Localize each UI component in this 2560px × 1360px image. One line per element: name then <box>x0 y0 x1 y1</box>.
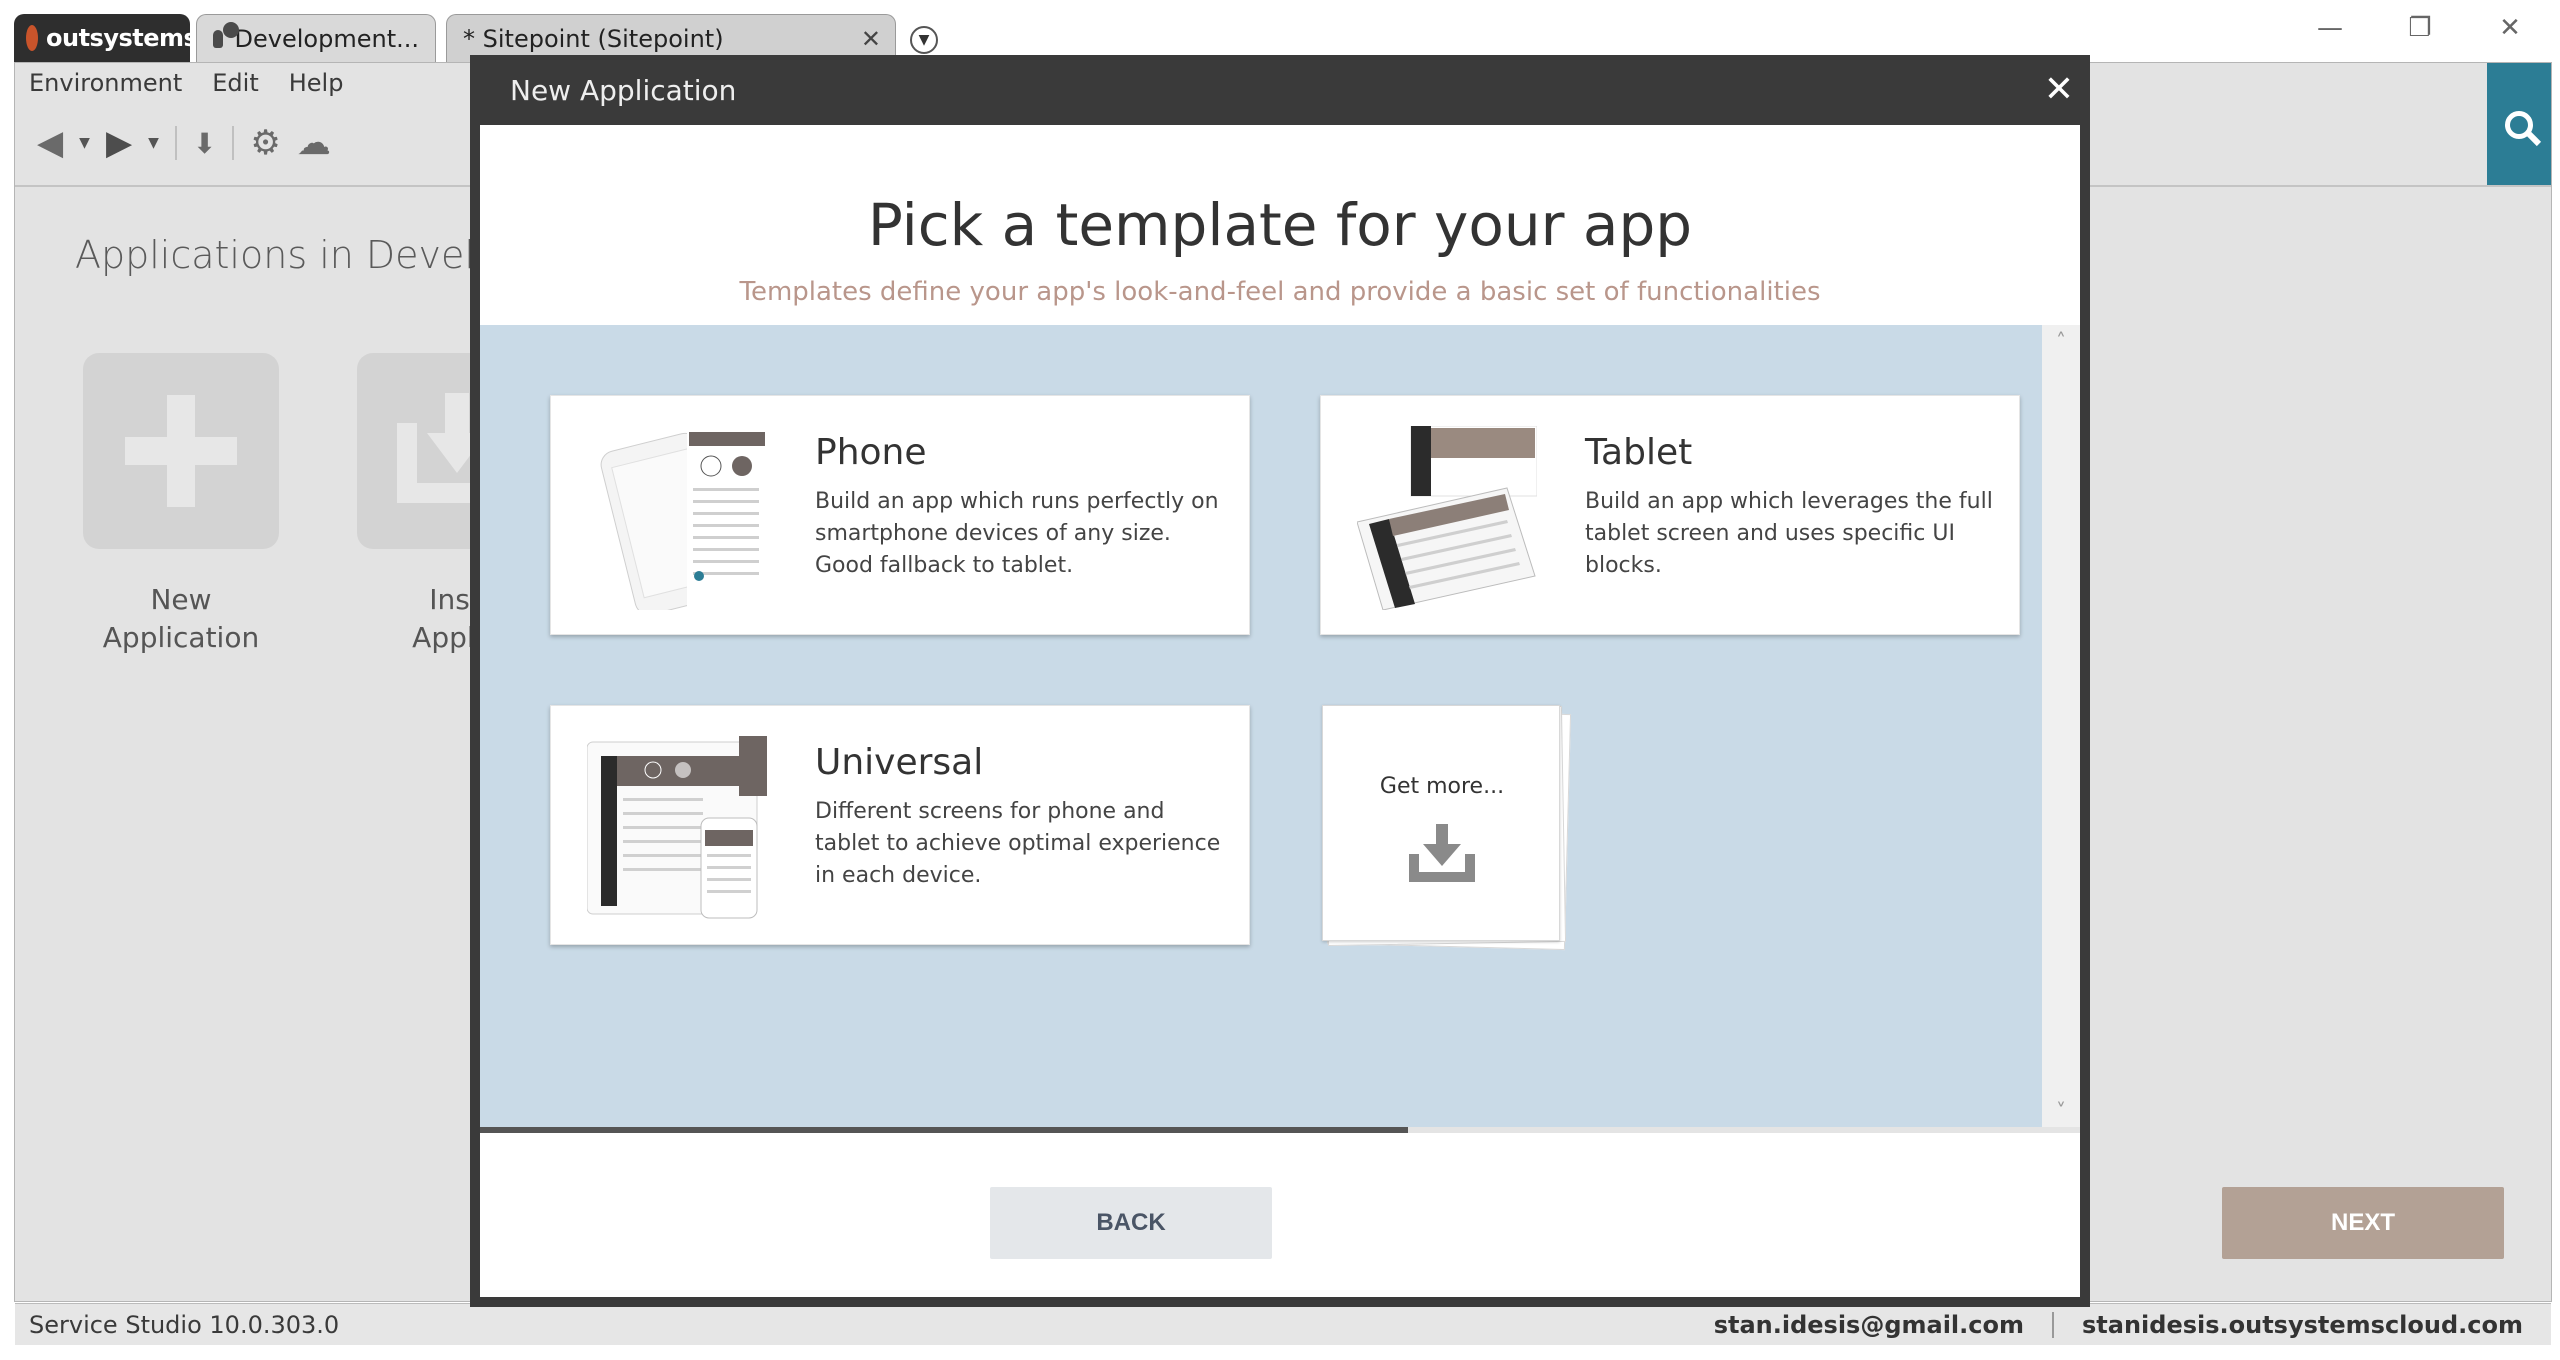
scroll-up-icon[interactable]: ˄ <box>2042 329 2080 353</box>
gear-icon[interactable]: ⚙ <box>250 123 280 163</box>
dialog-body: Pick a template for your app Templates d… <box>480 125 2080 1297</box>
template-card-universal[interactable]: Universal Different screens for phone an… <box>550 705 1250 945</box>
plus-icon-bar <box>125 437 237 465</box>
template-description: Build an app which runs perfectly on sma… <box>815 489 1219 578</box>
status-bar: Service Studio 10.0.303.0 stan.idesis@gm… <box>15 1303 2551 1345</box>
server-name[interactable]: stanidesis.outsystemscloud.com <box>2082 1311 2523 1339</box>
brand-tab[interactable]: outsystems <box>14 14 198 62</box>
paper-stack-sheet: Get more... <box>1322 705 1560 941</box>
template-list: Phone Build an app which runs perfectly … <box>480 325 2042 1127</box>
page-title: Applications in Develo <box>75 233 499 277</box>
wizard-title: Pick a template for your app <box>867 191 1693 259</box>
template-title: Universal <box>815 742 984 783</box>
get-more-templates-card[interactable]: Get more... <box>1322 705 1572 951</box>
wizard-subtitle: Templates define your app's look-and-fee… <box>739 277 1821 307</box>
phone-template-thumbnail <box>600 426 767 610</box>
dialog-header: New Application ✕ <box>470 55 2090 125</box>
tabs-dropdown-icon[interactable]: ▼ <box>910 26 938 54</box>
forward-arrow-icon[interactable]: ▶ <box>106 123 132 163</box>
wizard-progress-bar <box>480 1127 2080 1133</box>
restore-button[interactable]: ❐ <box>2390 8 2450 48</box>
tab-development[interactable]: Development... <box>196 14 436 62</box>
back-button[interactable]: BACK <box>990 1187 1272 1259</box>
dialog-title: New Application <box>510 73 737 107</box>
tile-label-line: Application <box>102 621 260 654</box>
menu-help[interactable]: Help <box>289 69 344 97</box>
template-title: Tablet <box>1585 432 1693 473</box>
tab-label: * Sitepoint (Sitepoint) <box>463 24 724 53</box>
get-more-label: Get more... <box>1379 774 1505 799</box>
tile-label-line: New <box>150 583 212 616</box>
universal-template-thumbnail <box>587 736 767 919</box>
tab-label: Development... <box>234 24 419 53</box>
toolbar-separator <box>232 126 235 160</box>
close-window-button[interactable]: ✕ <box>2480 8 2540 48</box>
status-separator <box>2052 1311 2054 1338</box>
menu-edit[interactable]: Edit <box>212 69 258 97</box>
toolbar-separator <box>174 126 177 160</box>
outsystems-logo-icon <box>26 25 38 51</box>
template-scrollbar[interactable]: ˄ ˅ <box>2042 325 2080 1127</box>
title-bar: outsystems Development... * Sitepoint (S… <box>0 0 2560 62</box>
menu-environment[interactable]: Environment <box>29 69 182 97</box>
back-dropdown-icon[interactable]: ▼ <box>79 135 90 151</box>
version-text: Service Studio 10.0.303.0 <box>29 1310 340 1339</box>
minimize-button[interactable]: — <box>2300 8 2360 48</box>
wizard-progress-fill <box>480 1127 1408 1133</box>
user-email[interactable]: stan.idesis@gmail.com <box>1714 1311 2024 1339</box>
search-button[interactable] <box>2487 63 2551 187</box>
template-description: Build an app which leverages the full ta… <box>1585 489 1993 578</box>
cloud-icon <box>213 21 238 48</box>
tablet-template-thumbnail <box>1357 426 1537 610</box>
new-application-tile[interactable] <box>83 353 279 549</box>
close-icon[interactable]: ✕ <box>2044 69 2074 110</box>
template-description: Different screens for phone and tablet t… <box>815 799 1221 888</box>
search-icon <box>2505 111 2533 139</box>
template-title: Phone <box>815 432 927 473</box>
download-icon <box>1409 824 1475 882</box>
forward-dropdown-icon[interactable]: ▼ <box>148 135 159 151</box>
next-button[interactable]: NEXT <box>2222 1187 2504 1259</box>
download-icon[interactable]: ⬇ <box>193 127 216 160</box>
new-application-label[interactable]: New Application <box>81 581 281 657</box>
publish-cloud-icon[interactable]: ☁ <box>297 123 331 163</box>
back-arrow-icon[interactable]: ◀ <box>37 123 63 163</box>
template-card-tablet[interactable]: Tablet Build an app which leverages the … <box>1320 395 2020 635</box>
scroll-down-icon[interactable]: ˅ <box>2042 1099 2080 1123</box>
close-tab-icon[interactable]: ✕ <box>861 25 881 53</box>
template-card-phone[interactable]: Phone Build an app which runs perfectly … <box>550 395 1250 635</box>
new-application-dialog: New Application ✕ Pick a template for yo… <box>470 55 2504 1307</box>
brand-name: outsystems <box>46 24 198 52</box>
